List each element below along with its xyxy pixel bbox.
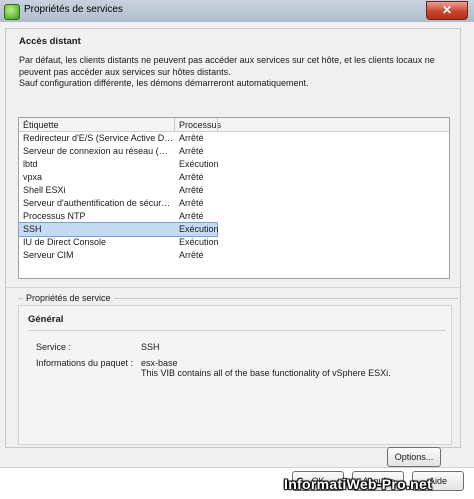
- column-header-status[interactable]: Processus: [179, 120, 221, 130]
- services-table: Étiquette Processus Redirecteur d'E/S (S…: [18, 117, 450, 279]
- table-row[interactable]: Serveur d'authentification de sécur… Arrê…: [19, 197, 217, 210]
- table-row[interactable]: vpxa Arrêté: [19, 171, 217, 184]
- table-header: Étiquette Processus: [19, 118, 449, 132]
- service-label-cell: vpxa: [23, 172, 43, 182]
- column-divider[interactable]: [217, 118, 218, 131]
- service-label-cell: SSH: [23, 224, 42, 234]
- service-status-cell: Exécution: [179, 224, 219, 234]
- service-value: SSH: [141, 342, 160, 352]
- service-status-cell: Arrêté: [179, 250, 204, 260]
- app-icon: [4, 4, 20, 20]
- general-heading: Général: [28, 314, 64, 325]
- service-label-cell: IU de Direct Console: [23, 237, 107, 247]
- watermark: InformatiWeb-Pro.net: [284, 476, 433, 492]
- package-description: This VIB contains all of the base functi…: [141, 368, 391, 378]
- service-label-cell: Redirecteur d'E/S (Service Active D…: [23, 133, 173, 143]
- remote-access-section: Accès distant Par défaut, les clients di…: [5, 28, 461, 467]
- service-status-cell: Exécution: [179, 159, 219, 169]
- service-status-cell: Arrêté: [179, 198, 204, 208]
- service-properties-group: Propriétés de service Général Service : …: [18, 293, 458, 467]
- service-label-cell: lbtd: [23, 159, 38, 169]
- service-properties-panel: Général Service : SSH Informations du pa…: [18, 305, 452, 467]
- remote-access-description: Par défaut, les clients distants ne peuv…: [19, 55, 435, 77]
- table-row[interactable]: Serveur de connexion au réseau (… Arrêté: [19, 145, 217, 158]
- service-label-cell: Serveur CIM: [23, 250, 74, 260]
- table-row[interactable]: Serveur CIM Arrêté: [19, 249, 217, 262]
- column-header-label[interactable]: Étiquette: [23, 120, 59, 130]
- options-button[interactable]: Options...: [387, 447, 441, 467]
- close-button[interactable]: ✕: [426, 1, 468, 20]
- general-divider: [28, 330, 446, 331]
- column-divider[interactable]: [174, 118, 175, 131]
- title-bar: Propriétés de services ✕: [0, 0, 474, 23]
- service-status-cell: Arrêté: [179, 185, 204, 195]
- table-row[interactable]: SSH Exécution: [18, 222, 219, 237]
- service-status-cell: Arrêté: [179, 146, 204, 156]
- table-row[interactable]: lbtd Exécution: [19, 158, 219, 171]
- table-row[interactable]: Processus NTP Arrêté: [19, 210, 217, 223]
- service-status-cell: Arrêté: [179, 211, 204, 221]
- service-label-cell: Processus NTP: [23, 211, 86, 221]
- remote-access-heading: Accès distant: [19, 36, 81, 47]
- window-title: Propriétés de services: [24, 4, 123, 15]
- table-row[interactable]: IU de Direct Console Exécution: [19, 236, 219, 249]
- service-status-cell: Arrêté: [179, 133, 204, 143]
- services-dialog: Accès distant Par défaut, les clients di…: [0, 22, 474, 468]
- section-divider: [6, 287, 460, 288]
- remote-access-note: Sauf configuration différente, les démon…: [19, 78, 309, 88]
- service-label-cell: Serveur d'authentification de sécur…: [23, 198, 171, 208]
- table-row[interactable]: Redirecteur d'E/S (Service Active D… Arrê…: [19, 132, 217, 145]
- service-label: Service :: [36, 342, 72, 352]
- service-status-cell: Exécution: [179, 237, 219, 247]
- service-label-cell: Shell ESXi: [23, 185, 66, 195]
- package-info-label: Informations du paquet :: [36, 358, 134, 368]
- service-properties-legend: Propriétés de service: [23, 293, 114, 303]
- package-name: esx-base: [141, 358, 178, 368]
- service-label-cell: Serveur de connexion au réseau (…: [23, 146, 168, 156]
- table-row[interactable]: Shell ESXi Arrêté: [19, 184, 217, 197]
- service-status-cell: Arrêté: [179, 172, 204, 182]
